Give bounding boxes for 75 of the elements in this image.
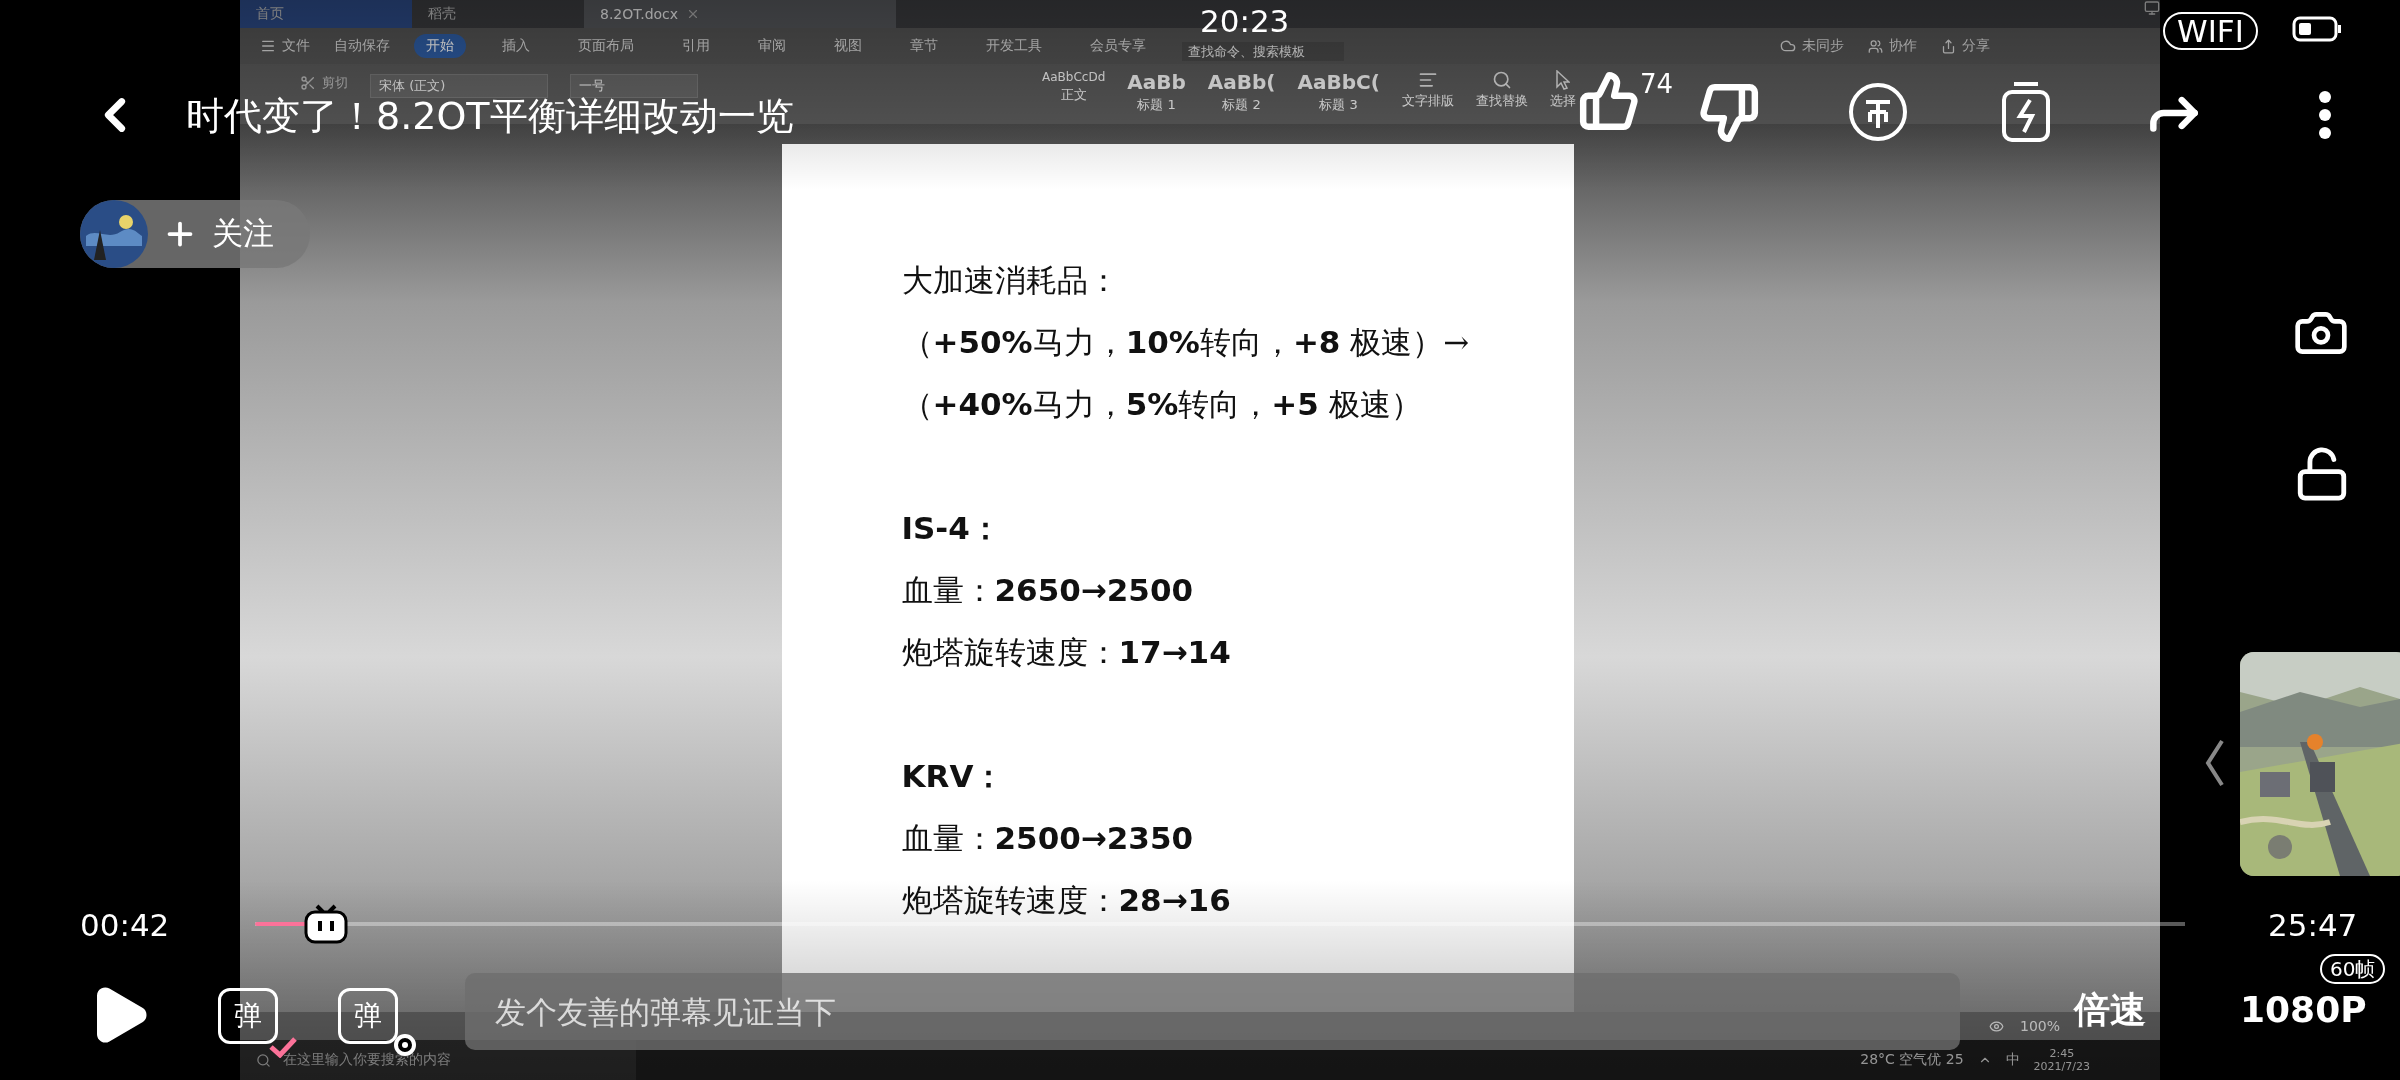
sync-status: 未同步 [1802, 37, 1844, 55]
ribbon-tab[interactable]: 开始 [414, 34, 466, 58]
document-text: 炮塔旋转速度：17→14 [901, 633, 1232, 672]
clock-time: 20:23 [1200, 4, 1290, 39]
coin-icon[interactable] [1848, 82, 1908, 142]
people-icon [1868, 38, 1883, 54]
video-title: 时代变了！8.2OT平衡详细改动一览 [186, 96, 794, 138]
cut-button[interactable]: 剪切 [300, 74, 348, 92]
ribbon-tab[interactable]: 审阅 [746, 34, 798, 58]
browser-tab[interactable]: 8.2OT.docx [584, 0, 896, 28]
browser-tab[interactable]: 首页 [240, 0, 412, 28]
window-icon [2144, 0, 2160, 16]
document-text: （+40%马力，5%转向，+5 极速） [901, 385, 1423, 424]
document-text: （+50%马力，10%转向，+8 极速）→ [901, 323, 1471, 362]
battery-icon [2292, 16, 2342, 42]
eye-icon [1988, 1018, 2004, 1034]
document-text: 血量：2500→2350 [901, 819, 1195, 858]
style-preset[interactable]: AaBb 标题 1 [1127, 70, 1186, 114]
document-text: KRV： [901, 757, 1006, 796]
fps-badge: 60帧 [2320, 954, 2386, 984]
autosave-label: 自动保存 [334, 37, 390, 55]
document-text: 大加速消耗品： [901, 261, 1120, 300]
ribbon-tab[interactable]: 开发工具 [974, 34, 1054, 58]
thumbs-down-icon [1698, 82, 1760, 144]
ribbon-tool[interactable]: 文字排版 [1401, 70, 1454, 110]
text-layout-icon [1417, 70, 1438, 90]
speed-button[interactable]: 倍速 [2074, 990, 2146, 1030]
total-time: 25:47 [2268, 908, 2358, 943]
document-text: 血量：2650→2500 [901, 571, 1195, 610]
network-label: WIFI [2163, 12, 2258, 51]
command-search-field[interactable]: 查找命令、搜索模板 [1182, 41, 1344, 61]
document-text: 炮塔旋转速度：28→16 [901, 881, 1232, 920]
ribbon-tab[interactable]: 章节 [898, 34, 950, 58]
style-preset[interactable]: AaBbC( 标题 3 [1297, 70, 1380, 114]
current-time: 00:42 [80, 908, 170, 943]
font-size-field[interactable]: 一号 [570, 74, 698, 98]
style-preset[interactable]: AaBbCcDd 正文 [1042, 70, 1106, 104]
avatar-icon [80, 200, 148, 268]
zoom-level: 100% [2019, 1018, 2060, 1034]
share-icon [1941, 38, 1956, 54]
cloud-icon [1780, 38, 1796, 54]
follow-button[interactable]: 关注 [80, 200, 310, 268]
style-preset[interactable]: AaBb( 标题 2 [1207, 70, 1276, 114]
ime-indicator: 中 [2005, 1051, 2020, 1069]
document-text: IS-4： [901, 509, 1002, 548]
ribbon-tab[interactable]: 页面布局 [566, 34, 646, 58]
cursor-icon [1555, 70, 1570, 90]
more-icon [2318, 90, 2332, 140]
menu-icon [260, 38, 276, 54]
scissors-icon [300, 75, 316, 91]
font-field[interactable]: 宋体 (正文) [370, 74, 548, 98]
like-button[interactable]: 74 [1578, 70, 1674, 132]
thumbs-up-icon [1578, 70, 1640, 132]
clock-date: 2021/7/23 [2033, 1060, 2090, 1073]
search-icon [256, 1052, 271, 1068]
ribbon-tool[interactable]: 查找替换 [1475, 70, 1528, 110]
search-icon [1491, 70, 1512, 90]
collab-button[interactable]: 协作 [1868, 37, 1917, 55]
ribbon-tab[interactable]: 会员专享 [1078, 34, 1158, 58]
tv-thumb-icon[interactable] [303, 903, 350, 945]
danmaku-input[interactable]: 发个友善的弹幕见证当下 [465, 973, 1960, 1050]
weather-text: 28°C 空气优 25 [1860, 1051, 1964, 1069]
ribbon-tab[interactable]: 引用 [670, 34, 722, 58]
dislike-button[interactable] [1698, 82, 1760, 144]
share-button[interactable]: 分享 [1941, 37, 1990, 55]
ribbon-tool[interactable]: 选择 [1549, 70, 1576, 110]
more-button[interactable] [2318, 90, 2332, 140]
file-menu[interactable]: 文件 [260, 37, 310, 55]
browser-tab[interactable]: 稻壳 [412, 0, 584, 28]
ribbon-tab[interactable]: 插入 [490, 34, 542, 58]
chevron-left-icon[interactable] [2204, 738, 2226, 788]
clock-time: 2:45 [2049, 1047, 2075, 1060]
charge-icon[interactable] [2000, 80, 2052, 144]
quality-button[interactable]: 1080P [2240, 990, 2367, 1030]
ribbon-tab[interactable]: 视图 [822, 34, 874, 58]
